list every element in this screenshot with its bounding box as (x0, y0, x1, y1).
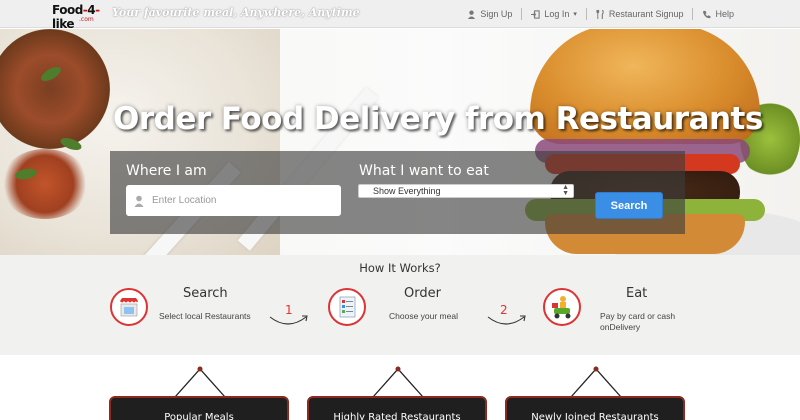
popular-meals-board[interactable]: Popular Meals (109, 396, 289, 420)
select-arrows-icon: ▲ ▼ (562, 184, 569, 197)
step-order-title: Order (404, 286, 441, 301)
fork-knife-icon (596, 9, 604, 19)
tagline: Your favourite meal, Anywhere, Anytime (112, 6, 360, 19)
what-label: What I want to eat (359, 163, 489, 179)
menu-list-icon (328, 288, 366, 326)
newly-joined-board[interactable]: Newly Joined Restaurants (505, 396, 685, 420)
nav-login-label: Log In (544, 9, 570, 19)
location-field[interactable] (126, 185, 341, 216)
board-hanger (372, 366, 424, 398)
how-it-works-title: How It Works? (359, 261, 441, 275)
step-order-desc: Choose your meal (389, 311, 458, 321)
step-eat-title: Eat (626, 286, 648, 301)
user-icon (468, 10, 476, 19)
nav-help-label: Help (715, 9, 734, 19)
featured-boards: Popular Meals Highly Rated Restaurants N… (0, 355, 800, 420)
nav-help[interactable]: Help (693, 9, 800, 19)
top-bar: Food-4-like .com Your favourite meal, An… (0, 0, 800, 31)
nav-signup[interactable]: Sign Up (458, 9, 521, 19)
board-title: Popular Meals (164, 412, 234, 420)
hero-banner: Order Food Delivery from Restaurants Whe… (0, 29, 800, 255)
user-icon (134, 195, 144, 207)
step-eat-desc: Pay by card or cash onDelivery (600, 311, 676, 332)
board-title: Newly Joined Restaurants (531, 412, 659, 420)
logo[interactable]: Food-4-like .com (52, 3, 112, 31)
nav-signup-label: Sign Up (480, 9, 513, 19)
curved-arrow-icon (487, 315, 526, 325)
how-it-works-section: How It Works? Search Select local Restau… (0, 255, 800, 355)
highly-rated-board[interactable]: Highly Rated Restaurants (307, 396, 487, 420)
delivery-scooter-icon (543, 288, 581, 326)
login-icon (531, 9, 541, 19)
cuisine-select-value: Show Everything (373, 186, 441, 196)
nav-restaurant-signup[interactable]: Restaurant Signup (587, 9, 693, 19)
cuisine-select[interactable]: Show Everything ▲ ▼ (358, 184, 574, 198)
where-label: Where I am (126, 163, 207, 179)
stew-image (0, 149, 90, 219)
nav-login[interactable]: Log In ▾ (522, 9, 586, 19)
curved-arrow-icon (269, 315, 308, 325)
logo-sub: .com (79, 16, 94, 23)
board-hanger (570, 366, 622, 398)
storefront-icon (110, 288, 148, 326)
location-input[interactable] (152, 195, 332, 206)
step-search-title: Search (183, 286, 228, 301)
hero-headline: Order Food Delivery from Restaurants (113, 101, 763, 137)
chevron-down-icon: ▾ (573, 11, 577, 18)
step-search-desc: Select local Restaurants (159, 311, 251, 321)
phone-icon (703, 10, 711, 18)
board-hanger (174, 366, 226, 398)
search-panel: Where I am What I want to eat Show Every… (110, 151, 685, 234)
top-nav: Sign Up Log In ▾ Restaurant Signup Help (458, 0, 800, 28)
board-title: Highly Rated Restaurants (333, 412, 461, 420)
search-button[interactable]: Search (595, 192, 663, 219)
nav-restaurant-signup-label: Restaurant Signup (608, 9, 684, 19)
